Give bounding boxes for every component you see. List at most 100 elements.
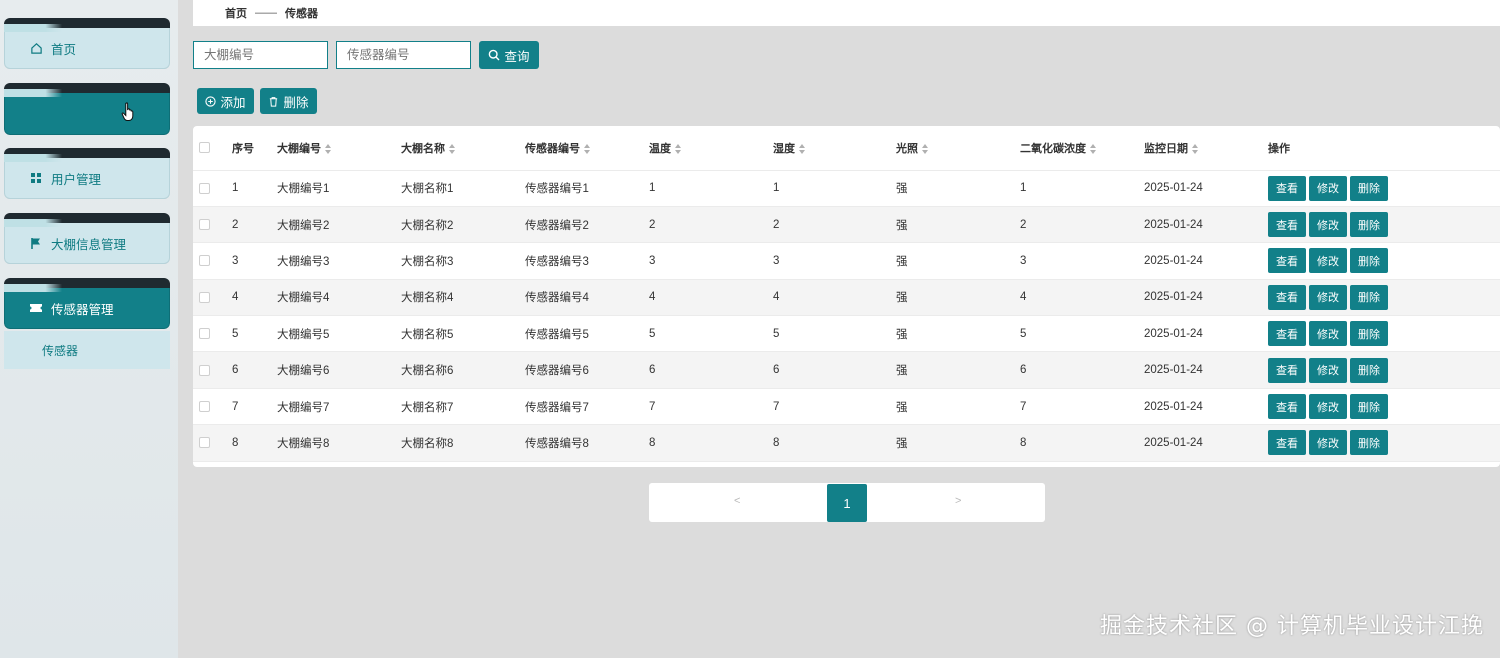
view-button[interactable]: 查看	[1268, 321, 1306, 347]
watermark: 掘金技术社区 @ 计算机毕业设计江挽	[1100, 614, 1484, 639]
sidebar-item-sensor-management[interactable]: 传感器管理	[4, 278, 170, 329]
delete-button[interactable]: 删除	[1350, 248, 1388, 274]
sort-icon[interactable]	[584, 143, 590, 154]
table-cell-date: 2025-01-24	[1144, 170, 1268, 207]
sort-icon[interactable]	[675, 143, 681, 154]
column-header-sortable[interactable]: 温度	[649, 126, 773, 171]
sidebar-item-sensor-management-body[interactable]: 传感器管理	[4, 288, 170, 329]
sidebar-item-label: 首页	[51, 42, 77, 57]
edit-button[interactable]: 修改	[1309, 212, 1347, 238]
select-all-checkbox[interactable]	[199, 142, 210, 154]
column-header-sortable[interactable]: 湿度	[773, 126, 896, 171]
table-cell-gh-code: 大棚编号5	[277, 315, 401, 353]
row-checkbox[interactable]	[199, 401, 210, 412]
table-cell-gh-name: 大棚名称7	[401, 388, 525, 426]
sensor-code-search-input[interactable]	[336, 41, 471, 69]
sidebar-item-home[interactable]: 首页	[4, 18, 170, 69]
column-header-sortable[interactable]: 传感器编号	[525, 126, 649, 171]
row-checkbox[interactable]	[199, 328, 210, 340]
table-cell-actions: 查看 修改 删除	[1268, 242, 1500, 280]
sort-icon[interactable]	[922, 143, 928, 154]
row-checkbox[interactable]	[199, 219, 210, 231]
grid-icon	[29, 171, 43, 185]
sort-icon[interactable]	[1192, 143, 1198, 154]
delete-button[interactable]: 删除	[1350, 430, 1388, 456]
query-button[interactable]: 查询	[479, 41, 539, 69]
row-checkbox[interactable]	[199, 182, 210, 194]
delete-button[interactable]: 删除	[1350, 284, 1388, 310]
view-button[interactable]: 查看	[1268, 248, 1306, 274]
row-checkbox[interactable]	[199, 364, 210, 376]
delete-button[interactable]: 删除	[1350, 175, 1388, 201]
sidebar-item-greenhouse-management[interactable]: 大棚信息管理	[4, 213, 170, 264]
edit-button[interactable]: 修改	[1309, 248, 1347, 274]
edit-button[interactable]: 修改	[1309, 175, 1347, 201]
table-cell-co2: 7	[1020, 388, 1144, 426]
column-header-label: 光照	[896, 142, 918, 155]
table-row: 8 大棚编号8 大棚名称8 传感器编号8 8 8 强 8 2025-01-24 查看 修改 删除	[193, 424, 1500, 462]
edit-button[interactable]: 修改	[1309, 321, 1347, 347]
table-cell-co2: 2	[1020, 206, 1144, 244]
table-cell-actions: 查看 修改 删除	[1268, 388, 1500, 426]
row-checkbox[interactable]	[199, 437, 210, 449]
delete-button[interactable]: 删除	[1350, 394, 1388, 420]
column-header-sortable[interactable]: 大棚编号	[277, 126, 401, 171]
edit-button[interactable]: 修改	[1309, 430, 1347, 456]
sort-icon[interactable]	[449, 143, 455, 154]
view-button[interactable]: 查看	[1268, 357, 1306, 383]
menu-top-strip	[4, 213, 170, 227]
column-header-label: 湿度	[773, 142, 795, 155]
table-cell-temp: 3	[649, 242, 773, 280]
sidebar-item-greenhouse-management-body[interactable]: 大棚信息管理	[4, 223, 170, 264]
submenu-item-sensor[interactable]: 传感器	[4, 331, 170, 369]
delete-button[interactable]: 删除	[1350, 321, 1388, 347]
delete-button[interactable]: 删除	[1350, 212, 1388, 238]
next-page-button[interactable]: >	[955, 495, 961, 507]
table-cell-light: 强	[896, 315, 1020, 353]
sidebar-item-label: 传感器管理	[51, 302, 114, 317]
batch-delete-button[interactable]: 删除	[260, 88, 317, 114]
view-button[interactable]: 查看	[1268, 284, 1306, 310]
table-cell-co2: 1	[1020, 170, 1144, 207]
add-button[interactable]: 添加	[197, 88, 254, 114]
column-header-sortable[interactable]: 二氧化碳浓度	[1020, 126, 1144, 171]
view-button[interactable]: 查看	[1268, 430, 1306, 456]
table-cell-sensor-code: 传感器编号1	[525, 170, 649, 207]
column-header-sortable[interactable]: 光照	[896, 126, 1020, 171]
table-cell-date: 2025-01-24	[1144, 388, 1268, 426]
table-cell-co2: 6	[1020, 351, 1144, 389]
sidebar-item-blank-body[interactable]	[4, 93, 170, 135]
row-checkbox[interactable]	[199, 291, 210, 303]
view-button[interactable]: 查看	[1268, 394, 1306, 420]
view-button[interactable]: 查看	[1268, 175, 1306, 201]
view-button[interactable]: 查看	[1268, 212, 1306, 238]
table-cell-index: 4	[232, 279, 277, 317]
delete-button[interactable]: 删除	[1350, 357, 1388, 383]
edit-button[interactable]: 修改	[1309, 284, 1347, 310]
table-cell-sensor-code: 传感器编号3	[525, 242, 649, 280]
sidebar-item-user-management-body[interactable]: 用户管理	[4, 158, 170, 199]
greenhouse-code-search-input[interactable]	[193, 41, 328, 69]
table-cell-light: 强	[896, 242, 1020, 280]
prev-page-button[interactable]: <	[734, 495, 740, 507]
menu-top-strip	[4, 148, 170, 162]
breadcrumb-home[interactable]: 首页	[225, 5, 247, 21]
sidebar-item-label: 大棚信息管理	[51, 237, 127, 252]
table-cell-gh-code: 大棚编号4	[277, 279, 401, 317]
row-checkbox[interactable]	[199, 255, 210, 267]
sort-icon[interactable]	[799, 143, 805, 154]
edit-button[interactable]: 修改	[1309, 357, 1347, 383]
sidebar-item-blank[interactable]	[4, 83, 170, 135]
sort-icon[interactable]	[325, 143, 331, 154]
edit-button[interactable]: 修改	[1309, 394, 1347, 420]
column-header-sortable[interactable]: 大棚名称	[401, 126, 525, 171]
column-header-sortable[interactable]: 监控日期	[1144, 126, 1268, 171]
sort-icon[interactable]	[1090, 143, 1096, 154]
plus-circle-icon	[205, 95, 217, 107]
table-row: 7 大棚编号7 大棚名称7 传感器编号7 7 7 强 7 2025-01-24 查看 修改 删除	[193, 388, 1500, 426]
sidebar-item-home-body[interactable]: 首页	[4, 28, 170, 69]
table-cell-date: 2025-01-24	[1144, 351, 1268, 389]
page-number-button[interactable]: 1	[827, 484, 867, 522]
sidebar-item-user-management[interactable]: 用户管理	[4, 148, 170, 199]
table-cell-temp: 2	[649, 206, 773, 244]
